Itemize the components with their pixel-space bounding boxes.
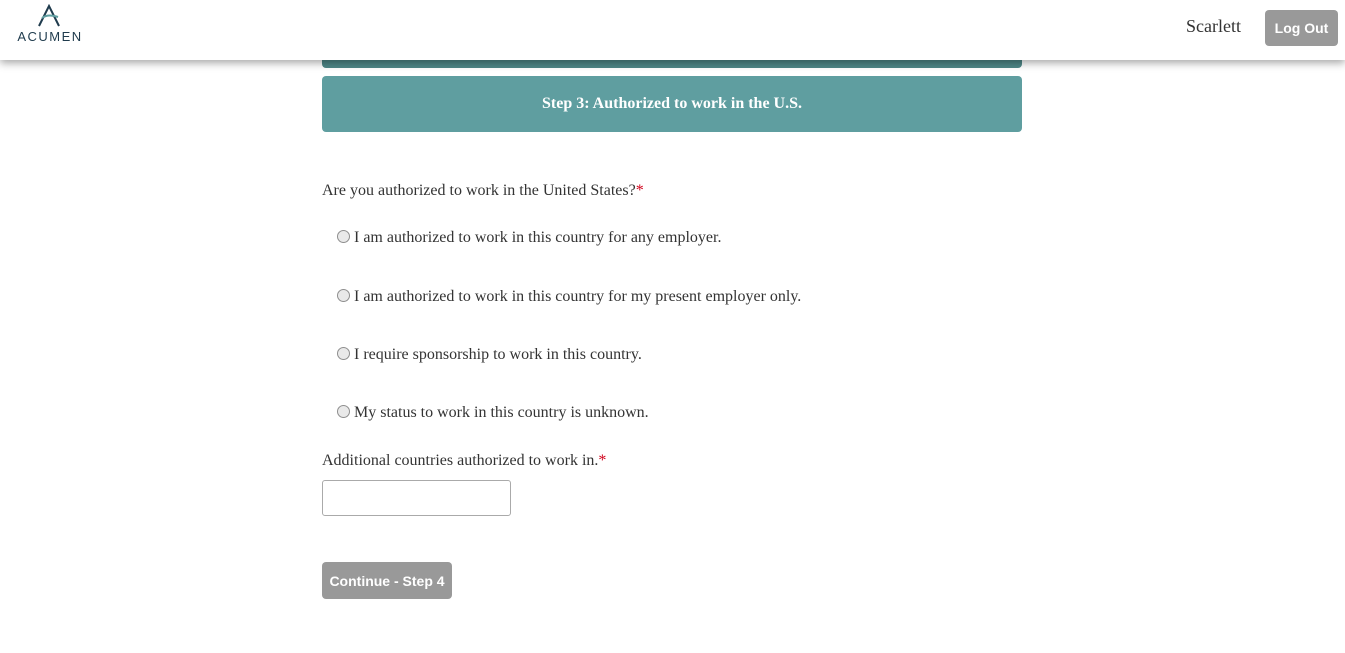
option-label: I am authorized to work in this country …: [354, 288, 802, 305]
required-asterisk: *: [598, 452, 607, 469]
option-present-employer[interactable]: I am authorized to work in this country …: [337, 288, 801, 306]
option-require-sponsorship[interactable]: I require sponsorship to work in this co…: [337, 346, 642, 364]
radio-button[interactable]: [337, 229, 350, 243]
additional-countries-label: Additional countries authorized to work …: [322, 452, 606, 470]
step-title: Step 3: Authorized to work in the U.S.: [541, 95, 802, 112]
top-header: ACUMEN Scarlett Log Out: [0, 0, 1345, 60]
work-authorization-question: Are you authorized to work in the United…: [322, 182, 644, 200]
radio-button[interactable]: [337, 346, 350, 360]
option-status-unknown[interactable]: My status to work in this country is unk…: [337, 404, 649, 422]
step-3-header[interactable]: Step 3: Authorized to work in the U.S.: [322, 76, 1022, 132]
additional-countries-input[interactable]: [322, 480, 511, 516]
option-any-employer[interactable]: I am authorized to work in this country …: [337, 229, 721, 247]
option-label: I am authorized to work in this country …: [354, 229, 722, 246]
logout-button[interactable]: Log Out: [1265, 10, 1338, 46]
option-label: I require sponsorship to work in this co…: [354, 346, 642, 363]
continue-step-4-button[interactable]: Continue - Step 4: [322, 562, 452, 599]
username-label: Scarlett: [1186, 16, 1241, 36]
option-label: My status to work in this country is unk…: [354, 404, 649, 421]
required-asterisk: *: [635, 182, 644, 199]
radio-button[interactable]: [337, 404, 350, 418]
question-text: Are you authorized to work in the United…: [322, 182, 636, 199]
logo-text: ACUMEN: [17, 29, 83, 44]
radio-button[interactable]: [337, 288, 350, 302]
logo-a-mark-icon: [38, 4, 60, 27]
countries-label-text: Additional countries authorized to work …: [322, 452, 599, 469]
acumen-logo[interactable]: ACUMEN: [10, 4, 86, 46]
